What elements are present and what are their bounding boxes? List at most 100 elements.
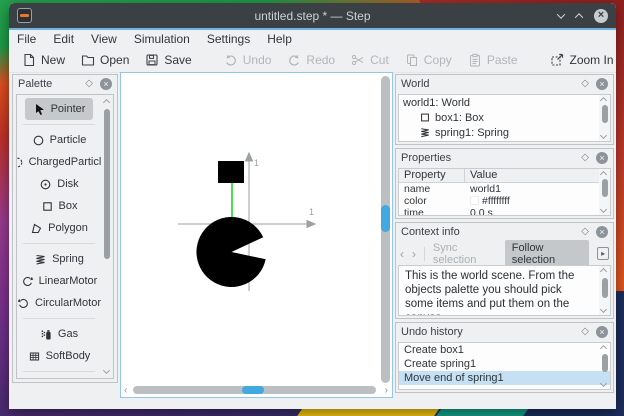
palette-item-linear-motor[interactable]: LinearMotor	[17, 270, 101, 292]
properties-scroll-thumb[interactable]	[601, 179, 608, 197]
context-scroll-thumb[interactable]	[601, 278, 608, 298]
property-column-header[interactable]: Property	[399, 169, 465, 182]
palette-item-spring[interactable]: Spring	[17, 248, 101, 270]
palette-item-weight-force[interactable]: WeightForce	[17, 376, 101, 378]
world-scrollbar[interactable]	[599, 95, 610, 141]
properties-table: Property Value name world1 color #ffffff…	[398, 168, 611, 216]
palette-item-box[interactable]: Box	[17, 195, 101, 217]
scroll-down-icon[interactable]	[599, 205, 608, 214]
property-row[interactable]: time 0.0 s	[399, 207, 610, 215]
property-row[interactable]: color #ffffffff	[399, 195, 610, 207]
new-button[interactable]: New	[22, 53, 65, 67]
palette-item-gas[interactable]: Gas	[17, 323, 101, 345]
sync-selection-button[interactable]: Sync selection	[433, 242, 497, 266]
value-column-header[interactable]: Value	[465, 169, 502, 182]
scroll-up-icon[interactable]	[599, 170, 608, 179]
scroll-right-icon[interactable]: ›	[385, 385, 388, 396]
follow-selection-button[interactable]: Follow selection	[504, 239, 590, 268]
scroll-left-icon[interactable]: ‹	[124, 385, 127, 396]
back-icon[interactable]: ‹	[400, 247, 404, 261]
palette-item-charged-particle[interactable]: ChargedParticle	[17, 151, 101, 173]
save-button[interactable]: Save	[145, 53, 192, 67]
context-scrollbar[interactable]	[599, 266, 610, 315]
close-panel-icon[interactable]: ×	[596, 325, 608, 338]
properties-table-header[interactable]: Property Value	[399, 169, 610, 183]
paste-button[interactable]: Paste	[468, 53, 518, 67]
open-folder-icon	[81, 54, 95, 66]
menu-simulation[interactable]: Simulation	[134, 32, 190, 46]
scroll-up-icon[interactable]	[102, 98, 111, 107]
paste-label: Paste	[486, 52, 518, 67]
scroll-up-icon[interactable]	[599, 267, 608, 276]
scroll-down-icon[interactable]	[599, 379, 608, 388]
float-panel-icon[interactable]: ◇	[85, 78, 93, 89]
menu-file[interactable]: File	[17, 32, 36, 46]
disk1-shape[interactable]	[196, 216, 266, 287]
copy-button[interactable]: Copy	[405, 53, 452, 67]
palette-item-circular-motor[interactable]: CircularMotor	[17, 292, 101, 314]
undo-scroll-thumb[interactable]	[601, 354, 608, 372]
zoom-in-button[interactable]: Zoom In	[550, 52, 614, 67]
tree-item-label: box1: Box	[435, 111, 484, 124]
tree-item[interactable]: box1: Box	[399, 110, 610, 125]
property-name: color	[404, 195, 427, 207]
tree-item[interactable]: spring1: Spring	[399, 125, 610, 140]
undo-scrollbar[interactable]	[599, 343, 610, 389]
menu-bar: File Edit View Simulation Settings Help	[9, 30, 616, 47]
properties-scrollbar[interactable]	[599, 169, 610, 215]
float-panel-icon[interactable]: ◇	[581, 226, 589, 237]
titlebar[interactable]: untitled.step * — Step ×	[9, 3, 616, 28]
canvas-vscroll-thumb[interactable]	[381, 204, 390, 232]
world-scroll-thumb[interactable]	[601, 105, 608, 123]
scroll-up-icon[interactable]	[599, 96, 608, 105]
undo-item[interactable]: Create box1	[399, 343, 610, 357]
palette-item-disk[interactable]: Disk	[17, 173, 101, 195]
canvas-hscroll-thumb[interactable]	[242, 386, 265, 394]
close-panel-icon[interactable]: ×	[596, 225, 608, 238]
close-panel-icon[interactable]: ×	[596, 151, 608, 164]
canvas-vertical-scrollbar[interactable]	[381, 76, 390, 383]
copy-label: Copy	[423, 52, 452, 67]
forward-icon[interactable]: ›	[412, 247, 416, 261]
palette-item-polygon[interactable]: Polygon	[17, 217, 101, 239]
scroll-down-icon[interactable]	[102, 366, 111, 375]
tree-item-label: spring1: Spring	[435, 126, 509, 139]
close-panel-icon[interactable]: ×	[596, 77, 608, 90]
redo-button[interactable]: Redo	[287, 53, 335, 67]
palette-panel: Palette ◇ × Pointer Particle ChargedPart…	[12, 74, 118, 383]
menu-help[interactable]: Help	[267, 32, 292, 46]
scroll-down-icon[interactable]	[599, 305, 608, 314]
tree-item-label: world1: World	[403, 96, 471, 109]
menu-edit[interactable]: Edit	[53, 32, 74, 46]
menu-view[interactable]: View	[91, 32, 117, 46]
float-panel-icon[interactable]: ◇	[581, 152, 589, 163]
palette-item-pointer[interactable]: Pointer	[25, 98, 93, 120]
close-panel-icon[interactable]: ×	[100, 77, 112, 90]
menu-settings[interactable]: Settings	[207, 32, 250, 46]
box-icon	[419, 111, 431, 124]
open-in-browser-icon[interactable]: ▸	[597, 247, 610, 260]
undo-item[interactable]: Move end of spring1	[399, 371, 610, 385]
context-text-area[interactable]: This is the world scene. From the object…	[398, 265, 611, 316]
box1-shape[interactable]	[218, 161, 244, 183]
world-canvas[interactable]: 1 1 ‹ ›	[120, 72, 393, 398]
float-panel-icon[interactable]: ◇	[581, 78, 589, 89]
undo-item[interactable]: Create spring1	[399, 357, 610, 371]
palette-scrollbar[interactable]	[102, 97, 112, 376]
undo-button[interactable]: Undo	[224, 53, 271, 67]
context-info-panel-header: Context info ◇ ×	[396, 223, 613, 240]
close-icon[interactable]: ×	[594, 8, 608, 23]
palette-item-soft-body[interactable]: SoftBody	[17, 345, 101, 367]
cut-button[interactable]: Cut	[351, 53, 389, 67]
minimize-icon[interactable]	[556, 9, 566, 19]
open-button[interactable]: Open	[81, 53, 129, 67]
scroll-up-icon[interactable]	[599, 344, 608, 353]
tree-item[interactable]: world1: World	[399, 95, 610, 110]
canvas-horizontal-scrollbar[interactable]	[133, 386, 376, 394]
scroll-down-icon[interactable]	[599, 131, 608, 140]
property-row[interactable]: name world1	[399, 183, 610, 195]
palette-item-particle[interactable]: Particle	[17, 129, 101, 151]
float-panel-icon[interactable]: ◇	[581, 326, 589, 337]
palette-scroll-thumb[interactable]	[104, 109, 110, 259]
maximize-icon[interactable]	[574, 12, 584, 22]
